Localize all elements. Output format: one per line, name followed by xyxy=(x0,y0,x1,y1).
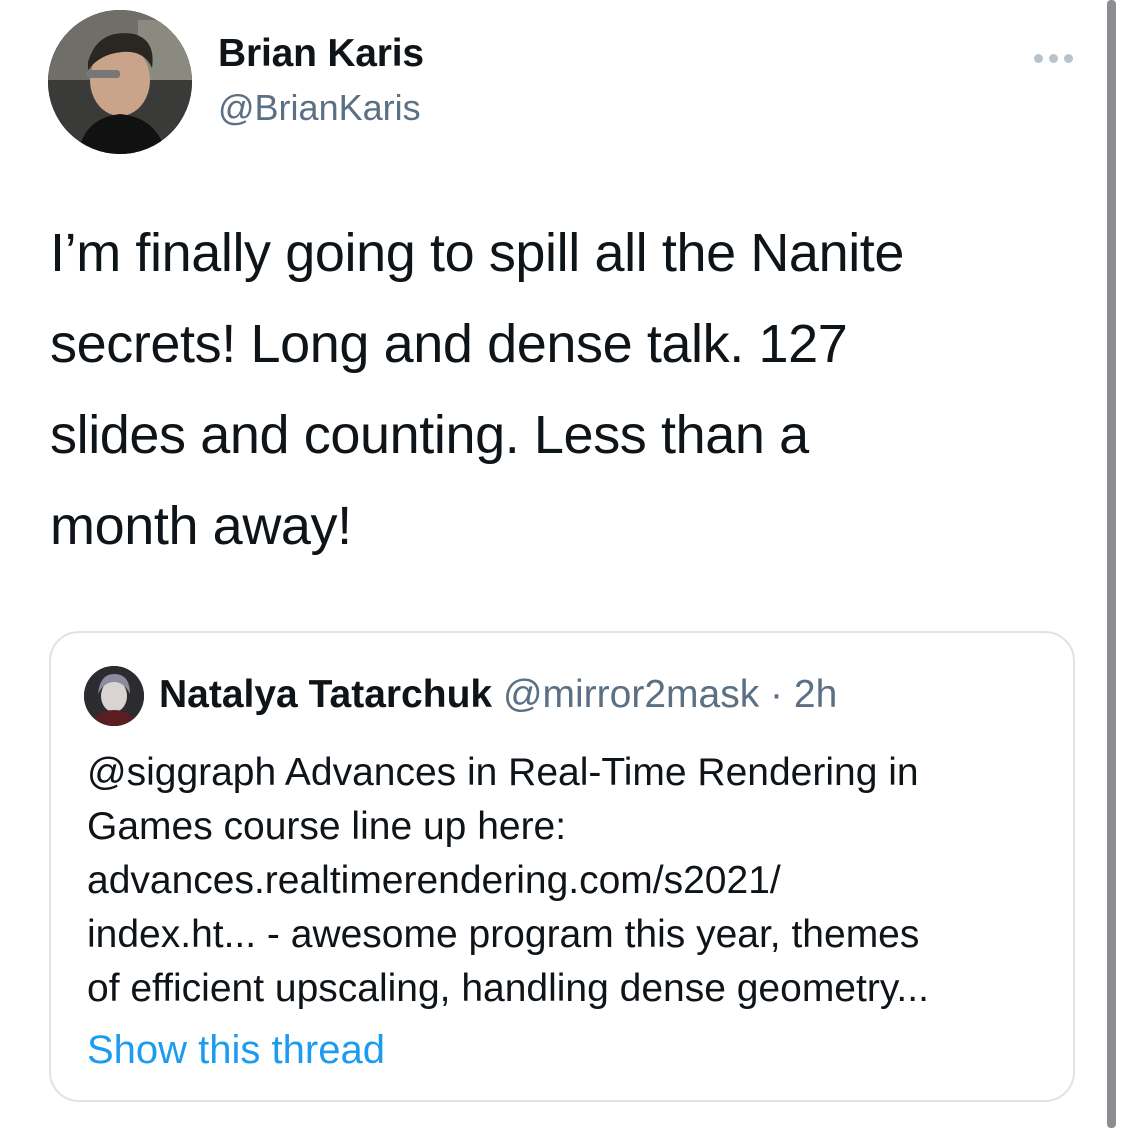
quoted-author-avatar[interactable] xyxy=(84,666,144,726)
profile-photo-icon xyxy=(84,666,144,726)
quoted-author-name[interactable]: Natalya Tatarchuk xyxy=(159,673,492,716)
quoted-author-handle[interactable]: @mirror2mask xyxy=(503,673,759,716)
timestamp[interactable]: 2h xyxy=(794,673,837,716)
quoted-text-line: of efficient upscaling, handling dense g… xyxy=(87,967,929,1010)
profile-photo-icon xyxy=(48,10,192,154)
tweet-page: Brian Karis @BrianKaris I’m finally goin… xyxy=(0,0,1125,1140)
quoted-tweet-card[interactable]: Natalya Tatarchuk @mirror2mask · 2h @sig… xyxy=(49,631,1075,1102)
author-avatar[interactable] xyxy=(48,10,192,154)
more-dot xyxy=(1048,53,1058,63)
quoted-tweet-header: Natalya Tatarchuk @mirror2mask · 2h xyxy=(159,673,837,717)
scrollbar[interactable] xyxy=(1107,0,1116,1128)
quoted-text-line: advances.realtimerendering.com/s2021/ xyxy=(87,859,781,902)
quoted-text-line: Games course line up here: xyxy=(87,805,567,848)
more-dot xyxy=(1033,53,1043,63)
quoted-text-line: index.ht... - awesome program this year,… xyxy=(87,913,920,956)
tweet-text-line: secrets! Long and dense talk. 127 xyxy=(50,314,848,374)
quoted-text-line: @siggraph Advances in Real-Time Renderin… xyxy=(87,751,919,794)
author-name[interactable]: Brian Karis xyxy=(218,32,424,76)
more-dot xyxy=(1063,53,1073,63)
tweet-text-line: I’m finally going to spill all the Nanit… xyxy=(50,223,905,283)
show-thread-link[interactable]: Show this thread xyxy=(87,1028,385,1073)
author-handle[interactable]: @BrianKaris xyxy=(218,87,421,129)
quoted-tweet-text: @siggraph Advances in Real-Time Renderin… xyxy=(87,746,1047,1016)
tweet-text-line: month away! xyxy=(50,496,352,556)
tweet-text-line: slides and counting. Less than a xyxy=(50,405,809,465)
tweet-text: I’m finally going to spill all the Nanit… xyxy=(50,208,1040,572)
more-options-icon[interactable] xyxy=(1025,45,1081,71)
separator-dot: · xyxy=(770,673,784,716)
